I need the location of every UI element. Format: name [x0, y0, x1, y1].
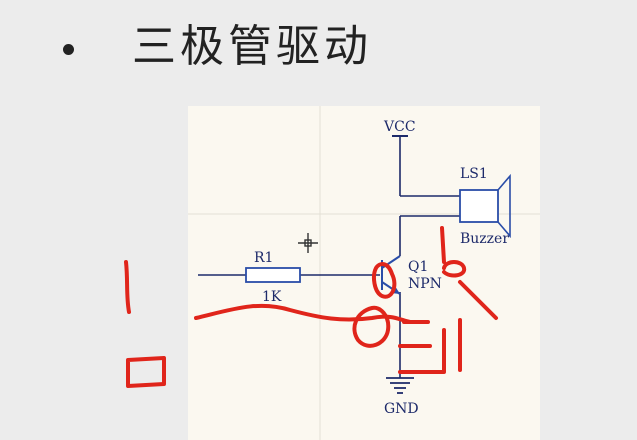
- annotation-circle: [372, 262, 397, 299]
- annotation-loop: [442, 260, 467, 278]
- annotation-stroke: [398, 328, 446, 374]
- annotation-box: [126, 356, 166, 388]
- annotation-layer: [124, 226, 498, 388]
- annotation-stroke: [458, 280, 498, 320]
- annotation-circle: [352, 305, 391, 348]
- annotation-stroke: [440, 226, 446, 264]
- slide: 三极管驱动 VCC LS1 Buzzer R1 1K Q1 NPN GND: [0, 0, 637, 440]
- annotation-stroke: [124, 260, 131, 314]
